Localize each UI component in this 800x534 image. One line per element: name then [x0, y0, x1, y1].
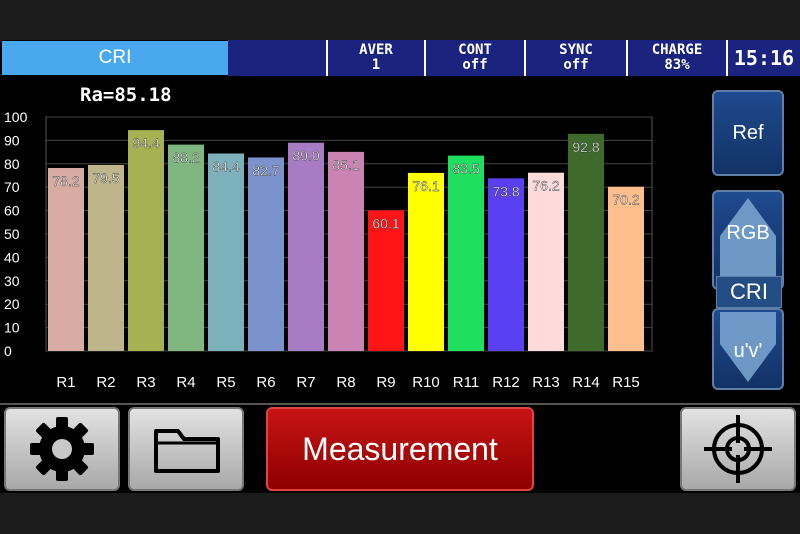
sync-value: off [563, 57, 589, 73]
device-screen: CRI AVER 1 CONT off SYNC off CHARGE 83% … [0, 40, 800, 493]
bar-r1 [48, 168, 84, 351]
x-tick-label: R8 [336, 374, 355, 391]
gear-icon [30, 417, 94, 481]
cri-bar-chart: 0 10 20 30 40 50 60 70 80 90 100 78.2 R1 79.5 R2 94.4 R3… [4, 109, 653, 391]
x-tick-label: R10 [412, 374, 440, 391]
x-tick-label: R1 [56, 374, 75, 391]
x-tick-label: R13 [532, 374, 560, 391]
bar-value-label: 88.2 [172, 150, 199, 166]
y-tick-label: 60 [4, 203, 20, 219]
bar-r2 [88, 164, 124, 351]
rgb-label: RGB [726, 222, 770, 244]
bar-r3 [128, 130, 164, 351]
charge-value: 83% [664, 57, 690, 73]
charge-status: CHARGE 83% [628, 40, 726, 76]
x-tick-label: R9 [376, 374, 395, 391]
bar-r7 [288, 142, 324, 351]
y-tick-label: 70 [4, 179, 20, 195]
y-tick-label: 100 [4, 109, 28, 125]
bar-value-label: 84.4 [212, 159, 239, 175]
bar-value-label: 73.8 [492, 183, 519, 199]
x-tick-label: R2 [96, 374, 115, 391]
ra-readout: Ra=85.18 [80, 84, 172, 106]
x-tick-label: R11 [453, 374, 479, 391]
x-tick-label: R5 [216, 374, 235, 391]
bar-r8 [328, 151, 364, 351]
clock: 15:16 [726, 40, 800, 76]
bar-r13 [528, 172, 564, 351]
y-tick-label: 90 [4, 132, 20, 148]
bottom-divider [0, 403, 800, 405]
x-tick-label: R6 [256, 374, 275, 391]
bar-value-label: 85.1 [332, 157, 359, 173]
bar-r5 [208, 153, 244, 351]
charge-label: CHARGE [651, 42, 703, 58]
bar-value-label: 76.2 [532, 178, 559, 194]
y-tick-label: 80 [4, 156, 20, 172]
bar-value-label: 79.5 [92, 170, 119, 186]
status-filler [228, 40, 326, 76]
bar-r9 [368, 210, 404, 351]
y-tick-label: 20 [4, 296, 20, 312]
uv-button[interactable]: u'v' [712, 308, 784, 390]
bar-value-label: 78.2 [52, 173, 79, 189]
contrast-status[interactable]: CONT off [426, 40, 524, 76]
bar-r12 [488, 178, 524, 351]
measurement-button[interactable]: Measurement [266, 407, 534, 491]
target-button[interactable] [680, 407, 796, 491]
x-tick-label: R12 [492, 374, 520, 391]
bar-value-label: 60.1 [372, 215, 399, 231]
x-tick-label: R14 [572, 374, 600, 391]
status-bar: CRI AVER 1 CONT off SYNC off CHARGE 83% … [0, 40, 800, 76]
bar-value-label: 89.0 [292, 148, 319, 164]
bar-value-label: 82.7 [252, 162, 279, 178]
settings-button[interactable] [4, 407, 120, 491]
folder-button[interactable] [128, 407, 244, 491]
y-tick-label: 0 [4, 343, 12, 359]
ref-button[interactable]: Ref [712, 90, 784, 176]
sync-label: SYNC [559, 42, 593, 58]
y-tick-label: 10 [4, 320, 20, 336]
mode-tab[interactable]: CRI [2, 41, 228, 75]
cri-view-label[interactable]: CRI [716, 276, 782, 308]
averaging-label: AVER [359, 42, 393, 58]
y-tick-label: 40 [4, 249, 20, 265]
bar-r10 [408, 172, 444, 351]
averaging-status[interactable]: AVER 1 [328, 40, 424, 76]
contrast-value: off [462, 57, 488, 73]
crosshair-icon [704, 415, 772, 483]
x-tick-label: R3 [136, 374, 155, 391]
folder-icon [154, 429, 220, 473]
bar-value-label: 83.5 [452, 161, 479, 177]
bar-r6 [248, 157, 284, 351]
bar-value-label: 92.8 [572, 139, 599, 155]
bar-r4 [168, 144, 204, 351]
bar-value-label: 94.4 [132, 135, 159, 151]
y-tick-label: 50 [4, 226, 20, 242]
x-tick-label: R4 [176, 374, 195, 391]
uv-label: u'v' [733, 340, 763, 362]
sync-status[interactable]: SYNC off [526, 40, 626, 76]
y-tick-label: 30 [4, 273, 20, 289]
bar-r11 [448, 155, 484, 351]
bar-value-label: 70.2 [612, 192, 639, 208]
bar-r14 [568, 133, 604, 351]
rgb-button[interactable]: RGB [712, 190, 784, 290]
contrast-label: CONT [458, 42, 492, 58]
bar-r15 [608, 186, 644, 351]
x-tick-label: R15 [612, 374, 640, 391]
averaging-value: 1 [371, 57, 381, 73]
bar-value-label: 76.1 [412, 178, 439, 194]
x-tick-label: R7 [296, 374, 315, 391]
